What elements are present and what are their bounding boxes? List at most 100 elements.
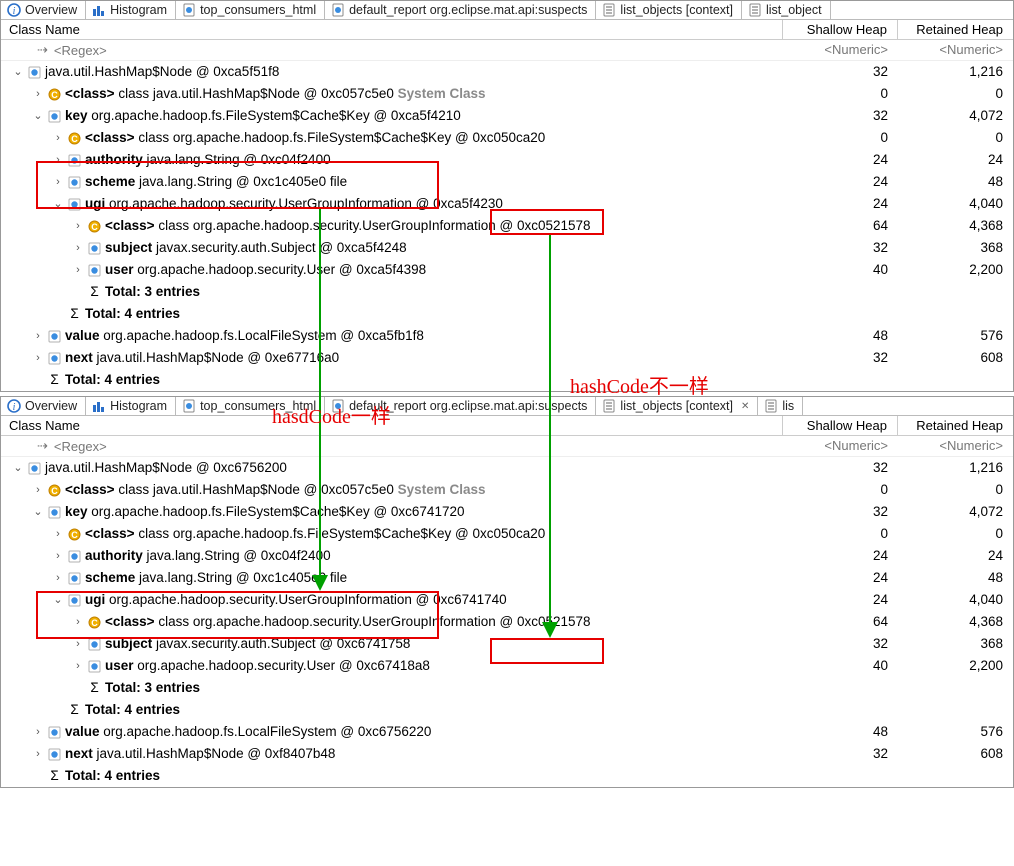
- filter-retained[interactable]: <Numeric>: [898, 40, 1013, 60]
- tree-row[interactable]: ⌄key org.apache.hadoop.fs.FileSystem$Cac…: [1, 105, 1013, 127]
- tab-list-objects-context-[interactable]: list_objects [context]: [596, 1, 742, 19]
- chevron-right-icon[interactable]: ›: [51, 149, 65, 171]
- tab-top-consumers-html[interactable]: top_consumers_html: [176, 397, 325, 415]
- tree-row[interactable]: ›value org.apache.hadoop.fs.LocalFileSys…: [1, 325, 1013, 347]
- tab-list-object[interactable]: list_object: [742, 1, 831, 19]
- chevron-down-icon[interactable]: ⌄: [11, 61, 25, 83]
- tree-row[interactable]: ΣTotal: 4 entries: [1, 303, 1013, 325]
- hist-icon: [92, 3, 106, 17]
- tree-row[interactable]: ›value org.apache.hadoop.fs.LocalFileSys…: [1, 721, 1013, 743]
- row-label: java.util.HashMap$Node @ 0xc6756200: [45, 457, 287, 479]
- chevron-right-icon[interactable]: ›: [71, 259, 85, 281]
- tree-row[interactable]: ΣTotal: 3 entries: [1, 677, 1013, 699]
- chevron-right-icon[interactable]: ›: [71, 655, 85, 677]
- tree-row[interactable]: ›subject javax.security.auth.Subject @ 0…: [1, 633, 1013, 655]
- chevron-down-icon[interactable]: ⌄: [31, 501, 45, 523]
- close-icon[interactable]: ✕: [741, 401, 749, 412]
- tree-row[interactable]: ΣTotal: 4 entries: [1, 765, 1013, 787]
- chevron-right-icon[interactable]: ›: [51, 171, 65, 193]
- doc-icon: [182, 399, 196, 413]
- shallow-heap: 0: [783, 83, 898, 105]
- tab-top-consumers-html[interactable]: top_consumers_html: [176, 1, 325, 19]
- object-icon: [67, 549, 82, 564]
- tree-row[interactable]: ›C<class> class org.apache.hadoop.securi…: [1, 611, 1013, 633]
- class-icon: C: [47, 483, 62, 498]
- filter-retained[interactable]: <Numeric>: [898, 436, 1013, 456]
- tree-row[interactable]: ›C<class> class java.util.HashMap$Node @…: [1, 479, 1013, 501]
- tree-row[interactable]: ⌄java.util.HashMap$Node @ 0xca5f51f8321,…: [1, 61, 1013, 83]
- chevron-right-icon[interactable]: ›: [51, 545, 65, 567]
- tab-label: Histogram: [110, 3, 167, 17]
- header-shallow[interactable]: Shallow Heap: [783, 20, 898, 39]
- tree-row[interactable]: ›user org.apache.hadoop.security.User @ …: [1, 655, 1013, 677]
- chevron-right-icon[interactable]: ›: [51, 127, 65, 149]
- chevron-right-icon[interactable]: ›: [71, 237, 85, 259]
- filter-shallow[interactable]: <Numeric>: [783, 436, 898, 456]
- tree-row[interactable]: › authority java.lang.String @ 0xc04f2400…: [1, 149, 1013, 171]
- chevron-right-icon[interactable]: ›: [51, 567, 65, 589]
- tree-row[interactable]: ›authority java.lang.String @ 0xc04f2400…: [1, 545, 1013, 567]
- chevron-right-icon[interactable]: ›: [31, 347, 45, 369]
- chevron-down-icon[interactable]: ⌄: [11, 457, 25, 479]
- chevron-right-icon[interactable]: ›: [31, 83, 45, 105]
- tab-overview[interactable]: iOverview: [1, 397, 86, 415]
- filter-shallow[interactable]: <Numeric>: [783, 40, 898, 60]
- row-label: authority java.lang.String @ 0xc04f2400: [85, 149, 331, 171]
- header-retained[interactable]: Retained Heap: [898, 20, 1013, 39]
- chevron-right-icon[interactable]: ›: [71, 215, 85, 237]
- chevron-right-icon[interactable]: ›: [71, 633, 85, 655]
- chevron-right-icon[interactable]: ›: [71, 611, 85, 633]
- tree-row[interactable]: ›scheme java.lang.String @ 0xc1c405e0 fi…: [1, 171, 1013, 193]
- row-label: Total: 4 entries: [65, 369, 160, 391]
- header-class-name[interactable]: Class Name: [1, 20, 783, 39]
- tree-row[interactable]: ΣTotal: 3 entries: [1, 281, 1013, 303]
- tree-row[interactable]: ›C<class> class org.apache.hadoop.fs.Fil…: [1, 127, 1013, 149]
- chevron-down-icon[interactable]: ⌄: [51, 589, 65, 611]
- tree-row[interactable]: ⌄java.util.HashMap$Node @ 0xc6756200321,…: [1, 457, 1013, 479]
- tree-row[interactable]: ›next java.util.HashMap$Node @ 0xe67716a…: [1, 347, 1013, 369]
- shallow-heap: 48: [783, 325, 898, 347]
- filter-regex[interactable]: <Regex>: [54, 439, 107, 454]
- tree-row[interactable]: ΣTotal: 4 entries: [1, 699, 1013, 721]
- svg-text:C: C: [91, 222, 98, 232]
- object-icon: [27, 65, 42, 80]
- tree-row[interactable]: › user org.apache.hadoop.security.User @ …: [1, 259, 1013, 281]
- tree-row[interactable]: ›scheme java.lang.String @ 0xc1c405e0 fi…: [1, 567, 1013, 589]
- tree-row[interactable]: ΣTotal: 4 entries: [1, 369, 1013, 391]
- object-icon: [67, 153, 82, 168]
- tree-row[interactable]: ›subject javax.security.auth.Subject @ 0…: [1, 237, 1013, 259]
- shallow-heap: 32: [783, 237, 898, 259]
- tree-row[interactable]: ›C<class> class org.apache.hadoop.fs.Fil…: [1, 523, 1013, 545]
- filter-regex[interactable]: <Regex>: [54, 43, 107, 58]
- chevron-right-icon[interactable]: ›: [31, 479, 45, 501]
- row-label: <class> class org.apache.hadoop.fs.FileS…: [85, 127, 545, 149]
- chevron-right-icon[interactable]: ›: [31, 743, 45, 765]
- retained-heap: 2,200: [898, 259, 1013, 281]
- chevron-right-icon[interactable]: ›: [31, 325, 45, 347]
- chevron-down-icon[interactable]: ⌄: [51, 193, 65, 215]
- row-label: user org.apache.hadoop.security.User @ 0…: [105, 259, 426, 281]
- tab-overview[interactable]: iOverview: [1, 1, 86, 19]
- tree-row[interactable]: ⌄key org.apache.hadoop.fs.FileSystem$Cac…: [1, 501, 1013, 523]
- header-class-name[interactable]: Class Name: [1, 416, 783, 435]
- tree-row[interactable]: ›C<class> class org.apache.hadoop.securi…: [1, 215, 1013, 237]
- tab-default-report-org-eclipse-mat-api-suspects[interactable]: default_report org.eclipse.mat.api:suspe…: [325, 1, 596, 19]
- filter-row: ⇢ <Regex> <Numeric> <Numeric>: [1, 436, 1013, 457]
- sigma-icon: Σ: [67, 307, 82, 322]
- tab-list-objects-context-[interactable]: list_objects [context]✕: [596, 397, 758, 415]
- tab-histogram[interactable]: Histogram: [86, 1, 176, 19]
- chevron-down-icon[interactable]: ⌄: [31, 105, 45, 127]
- list-icon: [602, 3, 616, 17]
- tree-row[interactable]: ⌄ugi org.apache.hadoop.security.UserGrou…: [1, 589, 1013, 611]
- tab-lis[interactable]: lis: [758, 397, 803, 415]
- header-shallow[interactable]: Shallow Heap: [783, 416, 898, 435]
- header-retained[interactable]: Retained Heap: [898, 416, 1013, 435]
- tab-histogram[interactable]: Histogram: [86, 397, 176, 415]
- tree-row[interactable]: ›C<class> class java.util.HashMap$Node @…: [1, 83, 1013, 105]
- tab-default-report-org-eclipse-mat-api-suspects[interactable]: default_report org.eclipse.mat.api:suspe…: [325, 397, 596, 415]
- tree-row[interactable]: ›next java.util.HashMap$Node @ 0xf8407b4…: [1, 743, 1013, 765]
- chevron-right-icon[interactable]: ›: [51, 523, 65, 545]
- tree-row[interactable]: ⌄ugi org.apache.hadoop.security.UserGrou…: [1, 193, 1013, 215]
- chevron-right-icon[interactable]: ›: [31, 721, 45, 743]
- retained-heap: 608: [898, 743, 1013, 765]
